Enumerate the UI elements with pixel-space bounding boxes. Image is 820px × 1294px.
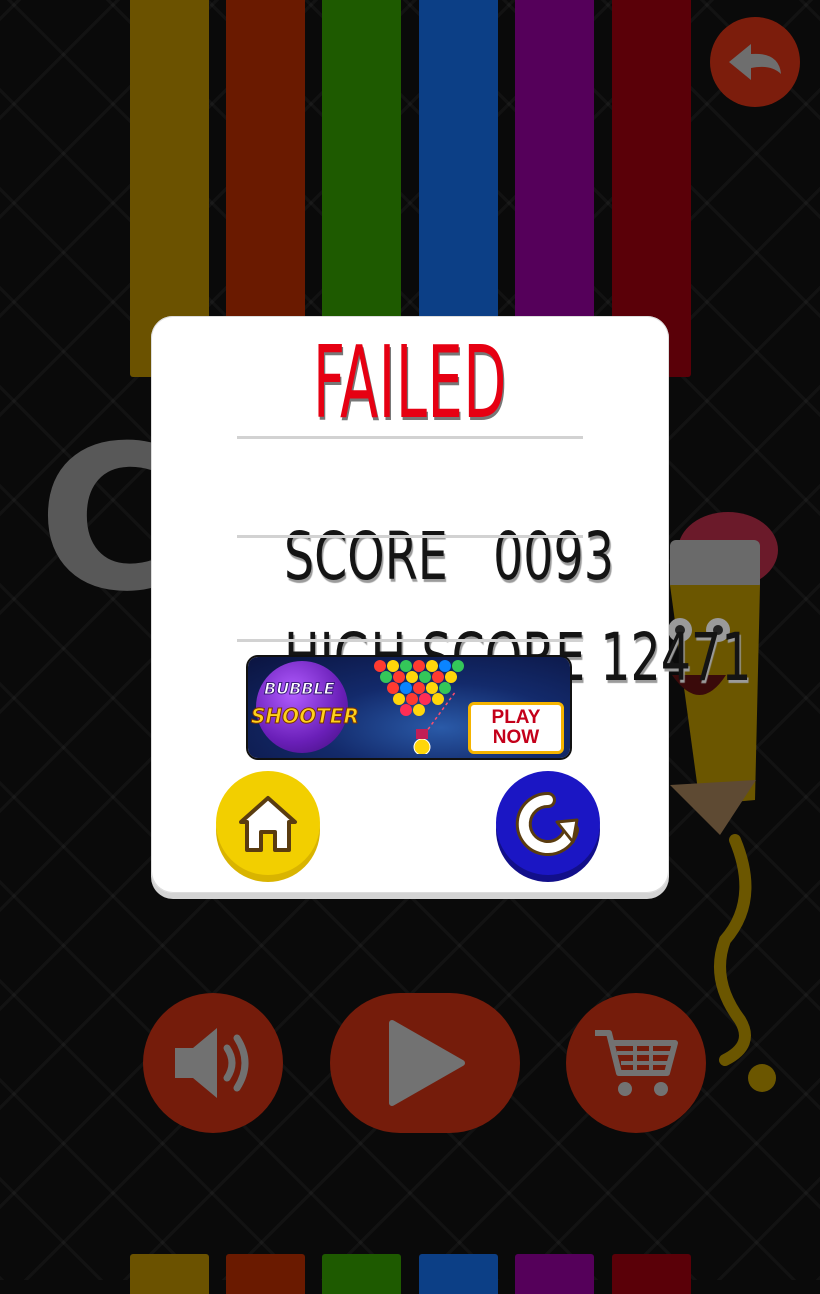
play-button[interactable] [330,993,520,1133]
ad-play-now-button[interactable]: PLAY NOW [468,702,564,754]
divider [237,436,583,439]
ad-banner[interactable]: BUBBLE SHOOTER PLAY NOW [248,657,570,758]
dialog-title: FAILED [313,324,507,441]
bubble-cluster-image [374,660,464,754]
ad-cta-line1: PLAY [491,707,541,729]
color-bar-bottom-orange [226,1254,305,1294]
back-button[interactable] [710,17,800,107]
ad-game-name-line1: BUBBLE [264,679,336,699]
color-bar-bottom-purple [515,1254,594,1294]
high-score-value: 12471 [600,619,752,696]
ad-cta-line2: NOW [492,727,540,748]
home-button[interactable] [216,771,320,875]
play-icon [389,1020,465,1106]
speaker-icon [175,1028,249,1098]
sound-button[interactable] [143,993,283,1133]
color-bar-bottom-yellow [130,1254,209,1294]
divider [237,639,583,642]
ad-game-name-line2: SHOOTER [251,704,360,729]
failed-dialog: FAILED SCORE 0093 HIGH SCORE 12471 BUBBL… [151,316,751,893]
shop-button[interactable] [566,993,706,1133]
arrow-left-icon [729,44,781,80]
color-bar-bottom-red [612,1254,691,1294]
replay-button[interactable] [496,771,600,875]
cart-icon [595,1030,678,1096]
color-bar-bottom-blue [419,1254,498,1294]
replay-icon [515,791,579,856]
divider [237,535,583,538]
home-icon [239,796,297,852]
color-bar-bottom-green [322,1254,401,1294]
